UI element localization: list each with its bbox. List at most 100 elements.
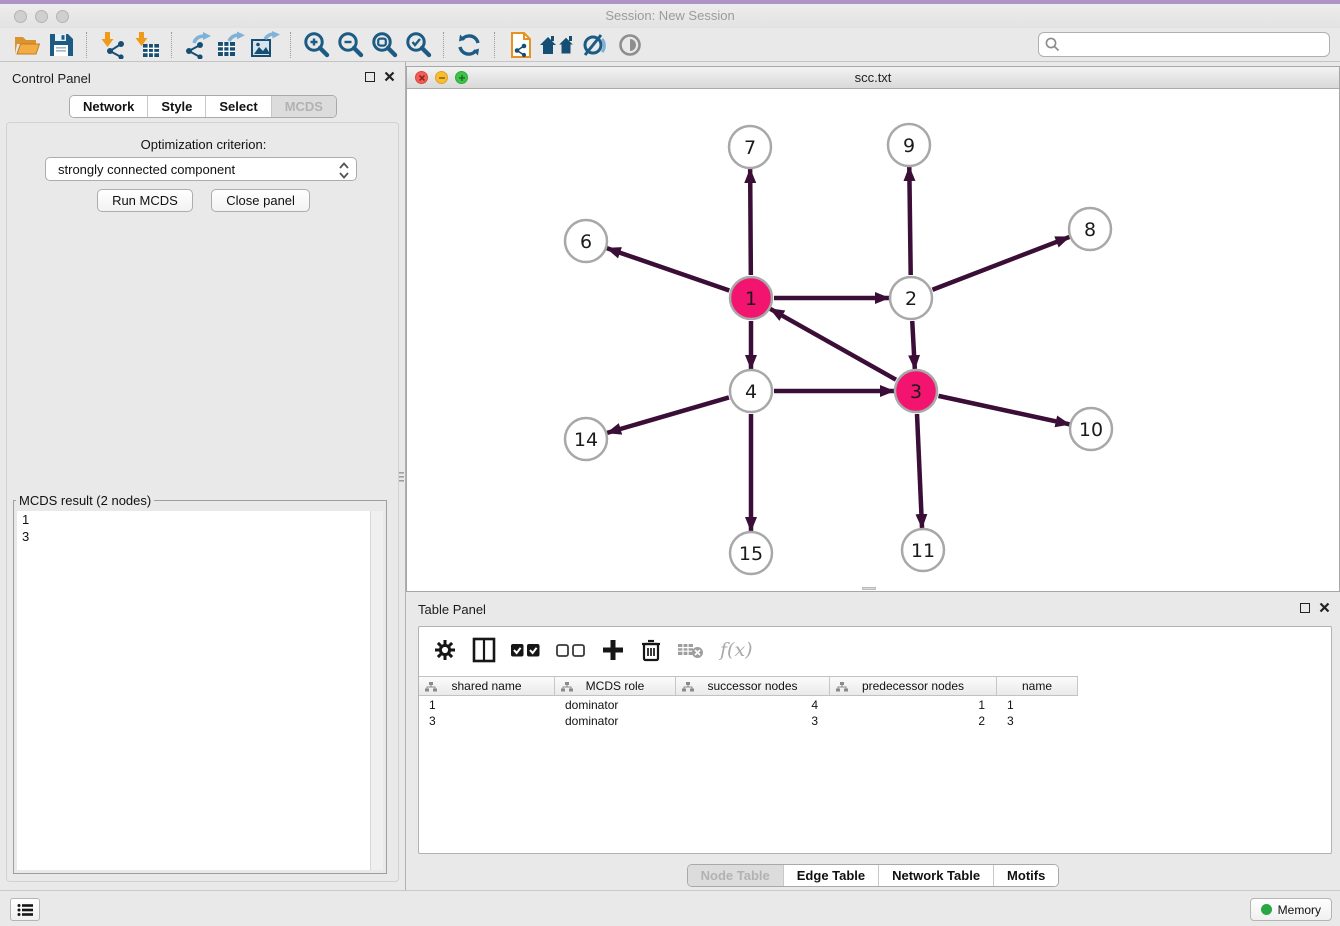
criterion-select[interactable]: strongly connected component xyxy=(45,157,357,181)
table-cell[interactable]: 1 xyxy=(997,697,1078,713)
tab-edge-table[interactable]: Edge Table xyxy=(783,865,878,886)
node-10[interactable]: 10 xyxy=(1070,408,1112,450)
edge-2-8[interactable] xyxy=(932,237,1069,290)
network-window-titlebar[interactable]: scc.txt xyxy=(407,67,1339,89)
table-cell[interactable]: dominator xyxy=(555,713,676,729)
node-7[interactable]: 7 xyxy=(729,126,771,168)
edge-1-6[interactable] xyxy=(607,248,729,290)
zoom-in-icon[interactable] xyxy=(299,30,333,60)
mcds-result-item[interactable]: 1 xyxy=(17,511,383,528)
edge-3-10[interactable] xyxy=(938,396,1069,424)
edge-2-9[interactable] xyxy=(909,167,910,275)
column-header-successor-nodes[interactable]: successor nodes xyxy=(676,677,830,695)
zoom-out-icon[interactable] xyxy=(333,30,367,60)
save-session-icon[interactable] xyxy=(44,30,78,60)
table-cell[interactable]: 1 xyxy=(830,697,997,713)
deselect-all-icon[interactable] xyxy=(556,642,586,658)
tab-select[interactable]: Select xyxy=(205,96,270,117)
memory-button[interactable]: Memory xyxy=(1250,898,1332,921)
network-canvas[interactable]: 1 2 3 4 6 7 8 9 10 11 14 15 xyxy=(407,89,1339,591)
table-row[interactable]: 3dominator323 xyxy=(419,713,1331,729)
close-panel-icon[interactable] xyxy=(1319,602,1330,613)
search-input[interactable] xyxy=(1038,32,1330,57)
table-cell[interactable]: 1 xyxy=(419,697,555,713)
split-view-icon[interactable] xyxy=(472,637,496,663)
delete-column-icon[interactable] xyxy=(640,637,662,663)
mcds-panel: Optimization criterion: strongly connect… xyxy=(6,122,399,882)
node-label: 14 xyxy=(574,429,598,451)
close-panel-button[interactable]: Close panel xyxy=(211,189,310,212)
column-header-shared-name[interactable]: shared name xyxy=(419,677,555,695)
export-image-icon[interactable] xyxy=(248,30,282,60)
float-panel-icon[interactable] xyxy=(1300,603,1310,613)
column-header-name[interactable]: name xyxy=(997,677,1078,695)
houses-icon[interactable] xyxy=(537,30,579,60)
zoom-selected-icon[interactable] xyxy=(401,30,435,60)
node-9[interactable]: 9 xyxy=(888,124,930,166)
select-all-icon[interactable] xyxy=(511,642,541,658)
import-network-icon[interactable] xyxy=(95,30,129,60)
table-panel: Table Panel xyxy=(406,596,1340,888)
table-cell[interactable]: 3 xyxy=(419,713,555,729)
network-resize-handle[interactable] xyxy=(862,587,876,590)
application-window: Session: New Session xyxy=(0,0,1340,926)
mcds-result-item[interactable]: 3 xyxy=(17,528,383,545)
edge-3-1[interactable] xyxy=(770,309,896,380)
table-cell[interactable]: 3 xyxy=(997,713,1078,729)
clone-network-icon[interactable] xyxy=(503,30,537,60)
float-panel-icon[interactable] xyxy=(365,72,375,82)
mcds-result-list[interactable]: 13 xyxy=(17,511,383,870)
birds-eye-view-icon[interactable] xyxy=(613,30,647,60)
table-cell[interactable]: 3 xyxy=(676,713,830,729)
hide-graphics-details-icon[interactable] xyxy=(579,30,613,60)
attribute-tree-icon xyxy=(682,682,694,692)
status-bar: Memory xyxy=(0,890,1340,926)
edge-1-7[interactable] xyxy=(750,169,751,275)
tab-style[interactable]: Style xyxy=(147,96,205,117)
run-mcds-button[interactable]: Run MCDS xyxy=(97,189,193,212)
table-cell[interactable]: 4 xyxy=(676,697,830,713)
node-11[interactable]: 11 xyxy=(902,529,944,571)
panel-splitter-handle[interactable] xyxy=(399,462,404,492)
node-6[interactable]: 6 xyxy=(565,220,607,262)
column-header-predecessor-nodes[interactable]: predecessor nodes xyxy=(830,677,997,695)
column-header-mcds-role[interactable]: MCDS role xyxy=(555,677,676,695)
attribute-tree-icon xyxy=(561,682,573,692)
zoom-fit-icon[interactable] xyxy=(367,30,401,60)
edge-4-14[interactable] xyxy=(607,397,729,432)
export-table-icon[interactable] xyxy=(214,30,248,60)
node-14[interactable]: 14 xyxy=(565,418,607,460)
table-row[interactable]: 1dominator411 xyxy=(419,697,1331,713)
node-table-container: f(x) shared nameMCDS rolesuccessor nodes… xyxy=(418,626,1332,854)
delete-table-icon[interactable] xyxy=(677,640,705,660)
result-scrollbar[interactable] xyxy=(370,511,383,870)
node-3[interactable]: 3 xyxy=(895,370,937,412)
node-label: 9 xyxy=(903,135,915,157)
function-builder-icon[interactable]: f(x) xyxy=(720,639,753,661)
node-label: 8 xyxy=(1084,219,1096,241)
node-2[interactable]: 2 xyxy=(890,277,932,319)
export-network-icon[interactable] xyxy=(180,30,214,60)
settings-icon[interactable] xyxy=(433,638,457,662)
refresh-icon[interactable] xyxy=(452,30,486,60)
tab-network-table[interactable]: Network Table xyxy=(878,865,993,886)
edge-3-11[interactable] xyxy=(917,414,922,528)
toolbar-separator xyxy=(171,32,172,58)
add-column-icon[interactable] xyxy=(601,638,625,662)
table-cell[interactable]: 2 xyxy=(830,713,997,729)
node-4[interactable]: 4 xyxy=(730,370,772,412)
task-list-button[interactable] xyxy=(10,898,40,921)
open-session-icon[interactable] xyxy=(10,30,44,60)
close-panel-icon[interactable] xyxy=(384,71,395,82)
node-1[interactable]: 1 xyxy=(730,277,772,319)
tab-network[interactable]: Network xyxy=(70,96,147,117)
node-8[interactable]: 8 xyxy=(1069,208,1111,250)
import-table-icon[interactable] xyxy=(129,30,163,60)
tab-node-table[interactable]: Node Table xyxy=(688,865,783,886)
tab-mcds[interactable]: MCDS xyxy=(271,96,336,117)
tab-motifs[interactable]: Motifs xyxy=(993,865,1058,886)
table-cell[interactable]: dominator xyxy=(555,697,676,713)
column-header-label: name xyxy=(1022,679,1052,693)
node-15[interactable]: 15 xyxy=(730,532,772,574)
edge-2-3[interactable] xyxy=(912,321,915,369)
